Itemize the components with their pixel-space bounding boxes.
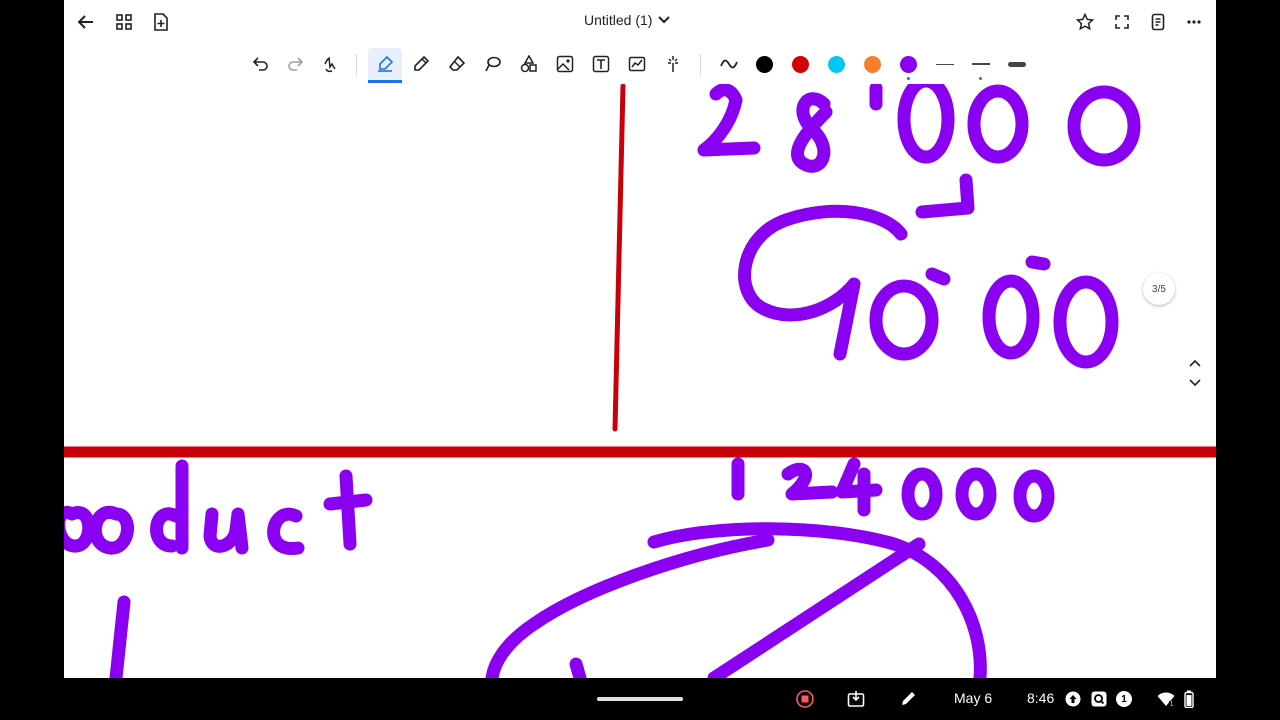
ink-stroke: [835, 457, 883, 517]
ink-stroke: [267, 507, 305, 555]
document-title: Untitled (1): [584, 12, 653, 28]
wifi-icon[interactable]: 1: [1155, 688, 1177, 710]
laser-pointer-icon[interactable]: [656, 48, 690, 80]
notification-count: 1: [1116, 691, 1132, 707]
home-gesture-bar[interactable]: [597, 697, 683, 701]
ink-stroke: [982, 274, 1040, 360]
system-shelf: May 6 8:46 1 1: [0, 678, 1280, 720]
ink-layer: [64, 74, 1216, 678]
stroke-width-medium[interactable]: [972, 63, 990, 65]
chart-icon[interactable]: [620, 48, 654, 80]
ink-stroke: [869, 279, 939, 361]
ink-stroke: [150, 459, 189, 555]
color-swatch-cyan[interactable]: [828, 56, 845, 73]
top-bar: Untitled (1): [64, 0, 1216, 44]
highlighter-icon[interactable]: [368, 48, 402, 83]
pen-icon[interactable]: [404, 48, 438, 80]
holding-space-icon[interactable]: [845, 688, 867, 710]
redo-icon[interactable]: [278, 48, 312, 80]
ink-stroke: [1067, 85, 1141, 167]
ink-stroke: [1013, 469, 1055, 523]
chevron-down-icon: [658, 16, 671, 24]
page-indicator: 3/5: [1143, 273, 1175, 305]
notebook-icon[interactable]: [1142, 6, 1174, 38]
text-icon[interactable]: [584, 48, 618, 80]
ink-stroke: [569, 657, 587, 678]
notes-app-window: Untitled (1) 3/5: [64, 0, 1216, 678]
back-icon[interactable]: [70, 6, 102, 38]
ink-stroke: [925, 267, 951, 286]
ink-stroke: [203, 507, 249, 555]
screen-record-stop-icon[interactable]: [794, 688, 816, 710]
ink-stroke: [697, 83, 761, 157]
stroke-width-thick[interactable]: [1008, 62, 1026, 67]
add-page-icon[interactable]: [145, 6, 177, 38]
lasso-icon[interactable]: [476, 48, 510, 80]
drawing-toolbar: [64, 44, 1216, 84]
color-swatch-black[interactable]: [756, 56, 773, 73]
toolbar-divider: [700, 54, 701, 76]
document-title-dropdown[interactable]: Untitled (1): [584, 12, 671, 28]
ink-stroke: [915, 173, 975, 219]
stylus-tools-icon[interactable]: [897, 688, 919, 710]
selected-color-indicator: [907, 77, 910, 80]
toolbar-divider: [356, 54, 357, 76]
selected-stroke-indicator: [979, 77, 982, 80]
ink-stroke: [64, 506, 96, 553]
star-icon[interactable]: [1069, 6, 1101, 38]
shapes-icon[interactable]: [512, 48, 546, 80]
red-vertical-line: [612, 83, 626, 432]
more-options-icon[interactable]: [1178, 6, 1210, 38]
ink-stroke: [1053, 275, 1119, 369]
page-indicator-label: 3/5: [1152, 283, 1166, 295]
upload-status-icon: [1062, 688, 1084, 710]
eraser-icon[interactable]: [440, 48, 474, 80]
chevron-down-icon[interactable]: [1184, 372, 1206, 394]
ink-stroke: [955, 467, 997, 521]
ink-stroke: [781, 462, 839, 501]
notification-count-badge[interactable]: 1: [1113, 688, 1135, 710]
ink-stroke: [901, 467, 943, 521]
ink-stroke: [109, 595, 131, 678]
app-notification-icon: [1088, 688, 1110, 710]
grid-view-icon[interactable]: [108, 6, 140, 38]
shelf-time[interactable]: 8:46: [1027, 690, 1054, 706]
color-swatch-red[interactable]: [792, 56, 809, 73]
select-icon[interactable]: [314, 48, 348, 80]
stroke-smoothing-icon[interactable]: [712, 48, 746, 80]
ink-stroke: [707, 537, 926, 678]
ink-stroke: [485, 533, 775, 678]
fullscreen-icon[interactable]: [1106, 6, 1138, 38]
chevron-up-icon[interactable]: [1184, 352, 1206, 374]
ink-stroke: [967, 84, 1029, 164]
ink-stroke: [88, 506, 134, 555]
image-icon[interactable]: [548, 48, 582, 80]
ink-stroke: [897, 74, 955, 164]
stroke-width-thin[interactable]: [936, 64, 954, 65]
undo-icon[interactable]: [244, 48, 278, 80]
ink-stroke: [323, 469, 373, 551]
battery-icon[interactable]: [1178, 688, 1200, 710]
color-swatch-orange[interactable]: [864, 56, 881, 73]
drawing-canvas[interactable]: [64, 74, 1216, 678]
color-swatch-purple[interactable]: [900, 56, 917, 73]
ink-stroke: [791, 92, 833, 173]
shelf-date[interactable]: May 6: [954, 690, 992, 706]
ink-stroke: [1025, 255, 1051, 271]
